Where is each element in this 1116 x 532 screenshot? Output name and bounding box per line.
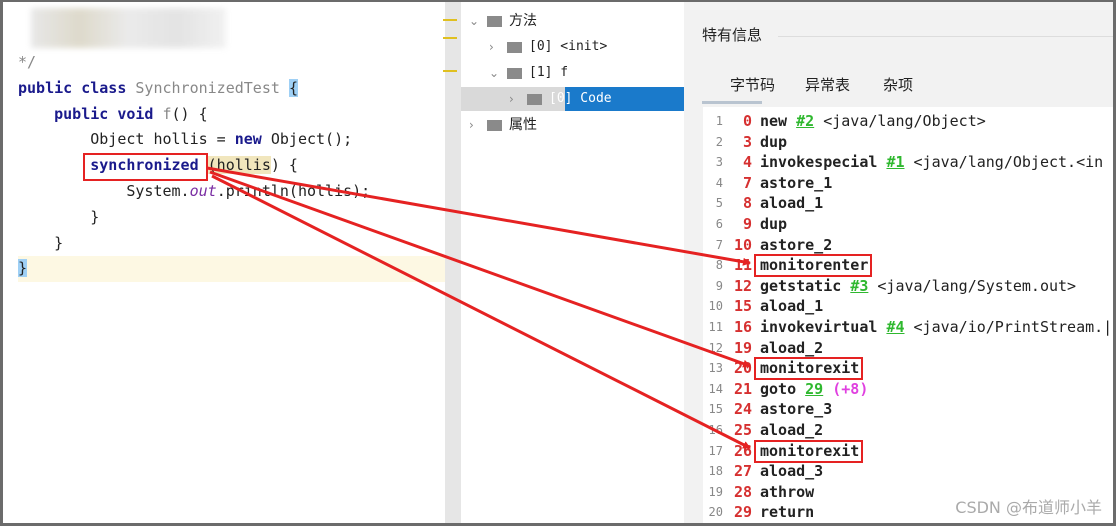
annotation-arrows xyxy=(206,166,751,450)
watermark: CSDN @布道师小羊 xyxy=(955,498,1102,517)
arrow-to-monitorexit-1 xyxy=(209,170,751,368)
obscured-caption xyxy=(240,516,244,532)
